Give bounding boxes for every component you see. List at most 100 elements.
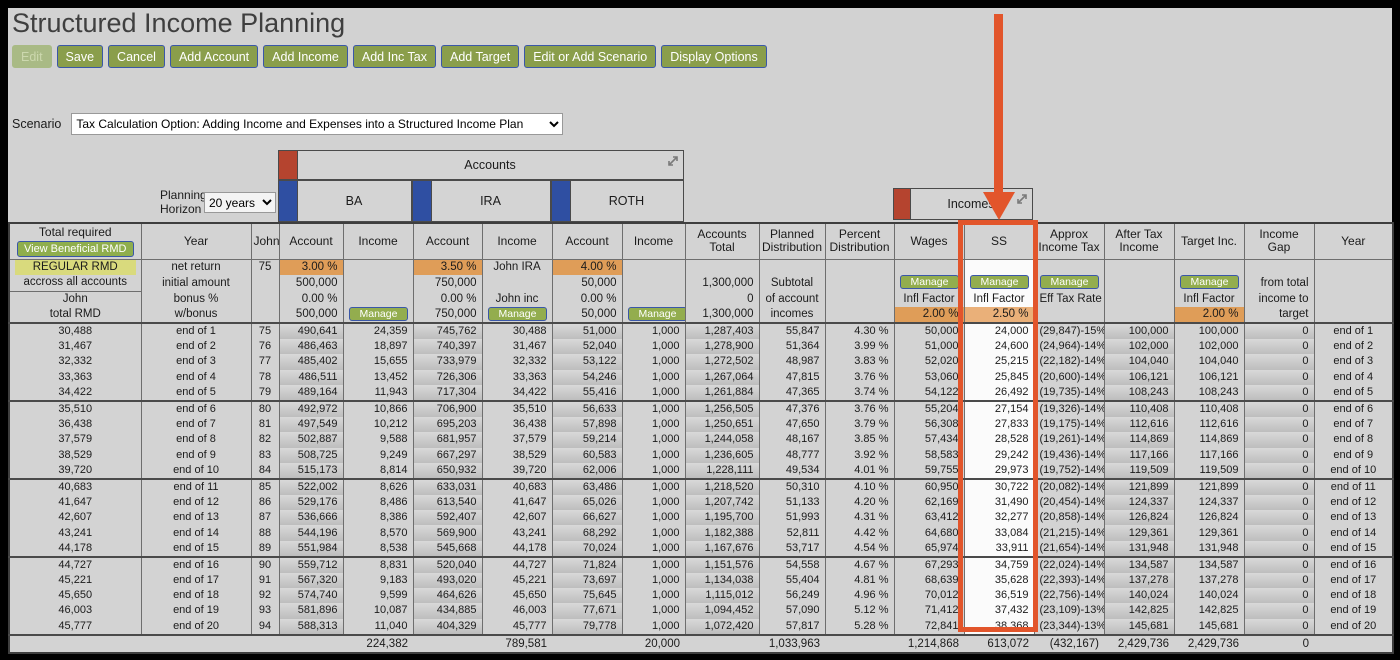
table-row: 46,003 end of 19 93 581,896 10,087 434,885 46,… (8, 603, 1393, 619)
table-cell: 43,241 (481, 525, 552, 541)
table-cell: 56,308 (893, 416, 964, 433)
table-cell: 75,645 (551, 588, 622, 604)
table-cell: 486,511 (278, 369, 343, 385)
ira-net-return: 3.50 % (412, 259, 482, 275)
table-cell: 1,195,700 (684, 510, 759, 526)
planning-horizon-label: Planning Horizon (160, 188, 207, 216)
accounts-group-color-block (279, 151, 298, 179)
table-cell: 48,167 (758, 432, 825, 448)
table-cell: 490,641 (278, 323, 343, 340)
row-label: initial amount (140, 275, 251, 291)
table-cell: 142,825 (1173, 603, 1244, 619)
table-cell: (19,175)-14% (1033, 416, 1104, 433)
table-cell: 114,869 (1103, 432, 1174, 448)
totals-cell: 20,000 (622, 633, 685, 653)
table-cell: 18,897 (342, 339, 413, 355)
roth-bonus: 0.00 % (551, 291, 622, 307)
manage-tax-button[interactable]: Manage (1039, 275, 1100, 290)
table-cell: 0 (1243, 494, 1314, 511)
table-cell: end of 16 (140, 555, 251, 573)
table-cell: 29,242 (963, 447, 1034, 463)
totals-cell: 1,214,868 (894, 633, 964, 653)
manage-target-button[interactable]: Manage (1179, 275, 1240, 290)
table-cell: 4.20 % (824, 494, 894, 511)
table-cell: 44,178 (8, 540, 141, 557)
toolbar-button-add-account[interactable]: Add Account (169, 45, 259, 68)
ira-group-color-block (413, 181, 432, 221)
table-cell (758, 259, 825, 275)
ira-bonus: 0.00 % (412, 291, 482, 307)
table-cell: (19,436)-14% (1033, 447, 1104, 463)
table-cell: 1,272,502 (684, 354, 759, 370)
table-cell: 49,534 (758, 462, 825, 479)
table-cell: 508,725 (278, 447, 343, 463)
table-cell: 4.54 % (824, 540, 894, 557)
table-cell: 3.76 % (824, 399, 894, 417)
table-cell: 41,647 (481, 494, 552, 511)
totals-cell (413, 633, 482, 653)
table-cell: 56,633 (551, 399, 622, 417)
ba-group-color-block (279, 181, 298, 221)
table-cell: 1,300,000 (684, 307, 759, 324)
totals-row: 224,382 789,581 20,000 1,033,963 1,214,868 61… (9, 633, 1393, 653)
table-cell: 0 (1243, 510, 1314, 526)
table-cell: 34,422 (8, 384, 141, 401)
toolbar-button-add-income[interactable]: Add Income (263, 45, 348, 68)
table-row: 31,467 end of 2 76 486,463 18,897 740,397 31,4… (8, 339, 1393, 355)
table-cell: 1,000 (621, 572, 685, 588)
table-cell (684, 259, 759, 275)
table-cell: 0 (1243, 323, 1314, 340)
manage-roth-income-button[interactable]: Manage (627, 307, 685, 321)
table-cell: 55,847 (758, 323, 825, 340)
manage-wages-button[interactable]: Manage (899, 275, 960, 290)
table-cell: 9,249 (342, 447, 413, 463)
table-cell: 0 (1243, 447, 1314, 463)
table-cell: 1,000 (621, 432, 685, 448)
toolbar: Edit Save Cancel Add Account Add Income Add I… (12, 45, 767, 68)
manage-ss-button[interactable]: Manage (969, 275, 1030, 290)
manage-ira-income-button[interactable]: Manage (487, 307, 548, 321)
toolbar-button-save[interactable]: Save (56, 45, 104, 68)
totals-cell (251, 633, 279, 653)
collapse-incomes-icon[interactable] (1015, 192, 1029, 211)
table-cell: 108,243 (1103, 384, 1174, 401)
table-cell: 740,397 (412, 339, 482, 355)
table-cell: 529,176 (278, 494, 343, 511)
toolbar-button-cancel[interactable]: Cancel (108, 45, 165, 68)
table-cell: 106,121 (1103, 369, 1174, 385)
table-cell (1313, 259, 1393, 275)
table-cell: 1,134,038 (684, 572, 759, 588)
table-cell: end of 6 (140, 399, 251, 417)
planning-horizon-select[interactable]: 20 years (204, 192, 276, 213)
table-cell: 54,558 (758, 555, 825, 573)
table-cell: 11,943 (342, 384, 413, 401)
table-cell: 33,911 (963, 540, 1034, 557)
toolbar-button-add-target[interactable]: Add Target (440, 45, 520, 68)
table-cell: 1,094,452 (684, 603, 759, 619)
view-beneficial-rmd-button[interactable]: View Beneficial RMD (16, 240, 134, 257)
table-cell: 1,000 (621, 339, 685, 355)
table-cell: end of 10 (1313, 462, 1393, 479)
toolbar-button-edit[interactable]: Edit (12, 45, 52, 68)
table-cell: end of 8 (1313, 432, 1393, 448)
manage-ba-income-button[interactable]: Manage (348, 307, 409, 321)
table-cell: 38,368 (963, 618, 1034, 635)
table-cell: 102,000 (1173, 339, 1244, 355)
table-cell: (21,654)-14% (1033, 540, 1104, 557)
table-cell: end of 8 (140, 432, 251, 448)
table-cell: 1,236,605 (684, 447, 759, 463)
toolbar-button-add-inc-tax[interactable]: Add Inc Tax (352, 45, 436, 68)
toolbar-button-edit-or-add-scenario[interactable]: Edit or Add Scenario (524, 45, 657, 68)
table-cell: 0 (1243, 432, 1314, 448)
table-cell: 1,151,576 (684, 555, 759, 573)
toolbar-button-display-options[interactable]: Display Options (661, 45, 767, 68)
table-cell: 30,488 (8, 323, 141, 340)
table-row: 42,607 end of 13 87 536,666 8,386 592,407 42,6… (8, 510, 1393, 526)
table-cell: 650,932 (412, 462, 482, 479)
table-cell: 67,293 (893, 555, 964, 573)
table-cell (824, 291, 894, 307)
table-cell: 75 (250, 259, 279, 275)
scenario-select[interactable]: Tax Calculation Option: Adding Income an… (71, 113, 564, 135)
collapse-accounts-icon[interactable] (666, 154, 680, 173)
totals-cell: 1,033,963 (759, 633, 825, 653)
